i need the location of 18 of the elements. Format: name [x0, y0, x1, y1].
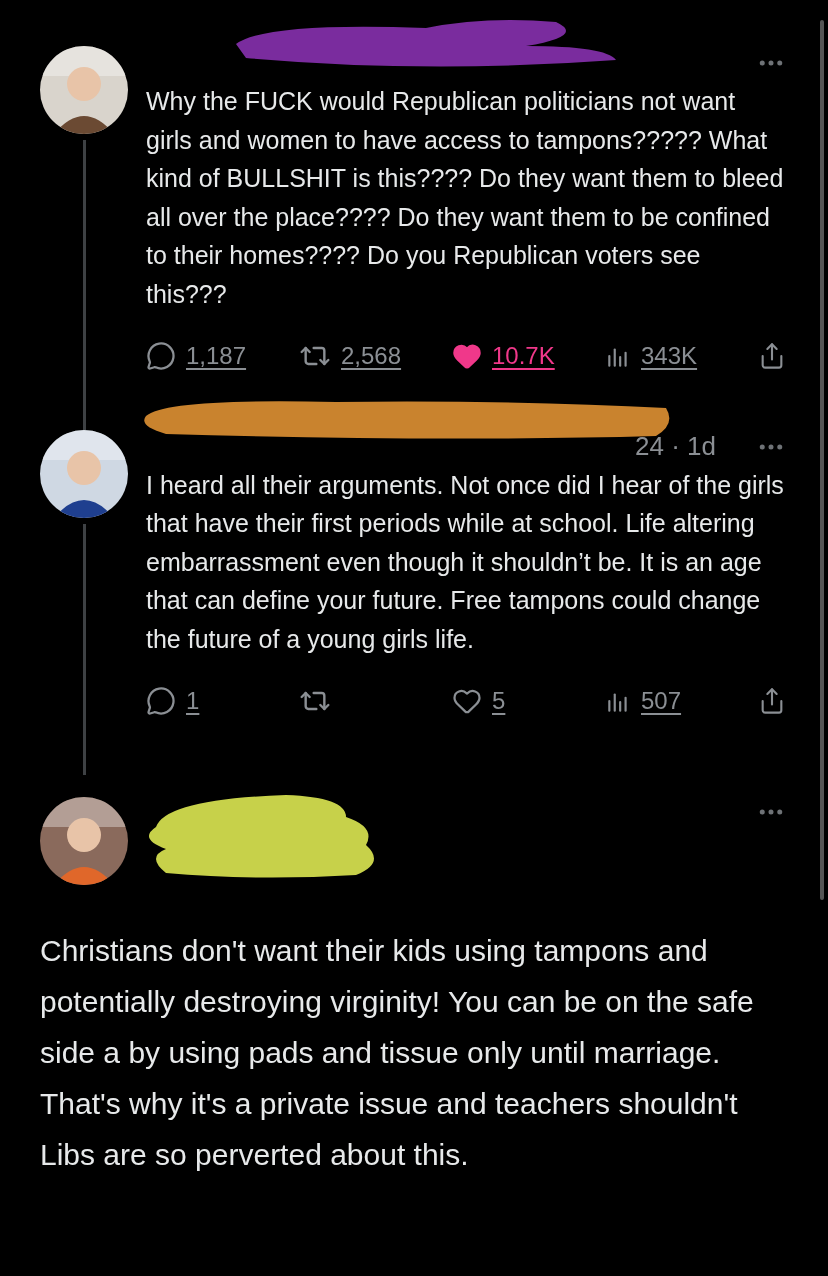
- views-button[interactable]: 507: [605, 682, 755, 719]
- repost-button[interactable]: 2,568: [299, 337, 449, 374]
- count: 343K: [641, 340, 698, 371]
- post-text: Christians don't want their kids using tampons and potentially destroying virginity! You can be on the safe side a by using pads and tissue only until marriage. That's why it's a private issue and teachers shouldn't Libs are so perverted about this.: [39, 932, 755, 1173]
- count: 1,187: [186, 340, 247, 371]
- like-button[interactable]: 5: [452, 682, 602, 719]
- count: 2,568: [341, 340, 402, 371]
- count: 1: [186, 685, 200, 716]
- views-button[interactable]: 343K: [605, 337, 755, 374]
- count: 5: [492, 685, 506, 716]
- count: 10.7K: [492, 340, 555, 371]
- reply-button[interactable]: 1: [146, 682, 296, 719]
- like-button[interactable]: 10.7K: [452, 337, 602, 374]
- post-text: I heard all their arguments. Not once did I hear of the girls that have their first periods while at school. Life altering embarrassment even though it shouldn’t be. It is an age that can define your future. Free tampons could change the future of a young girls life.: [146, 469, 785, 655]
- post-time: 24 · 1d: [635, 430, 716, 464]
- post-text: Why the FUCK would Republican politicians not want girls and women to have access to tampons????? What kind of BULLSHIT is this???? Do they want them to bleed all over the place???? Do they want them to be confined to their homes???? Do you Republican voters see this???: [146, 86, 785, 310]
- count: 507: [641, 685, 682, 716]
- reply-button[interactable]: 1,187: [146, 337, 296, 374]
